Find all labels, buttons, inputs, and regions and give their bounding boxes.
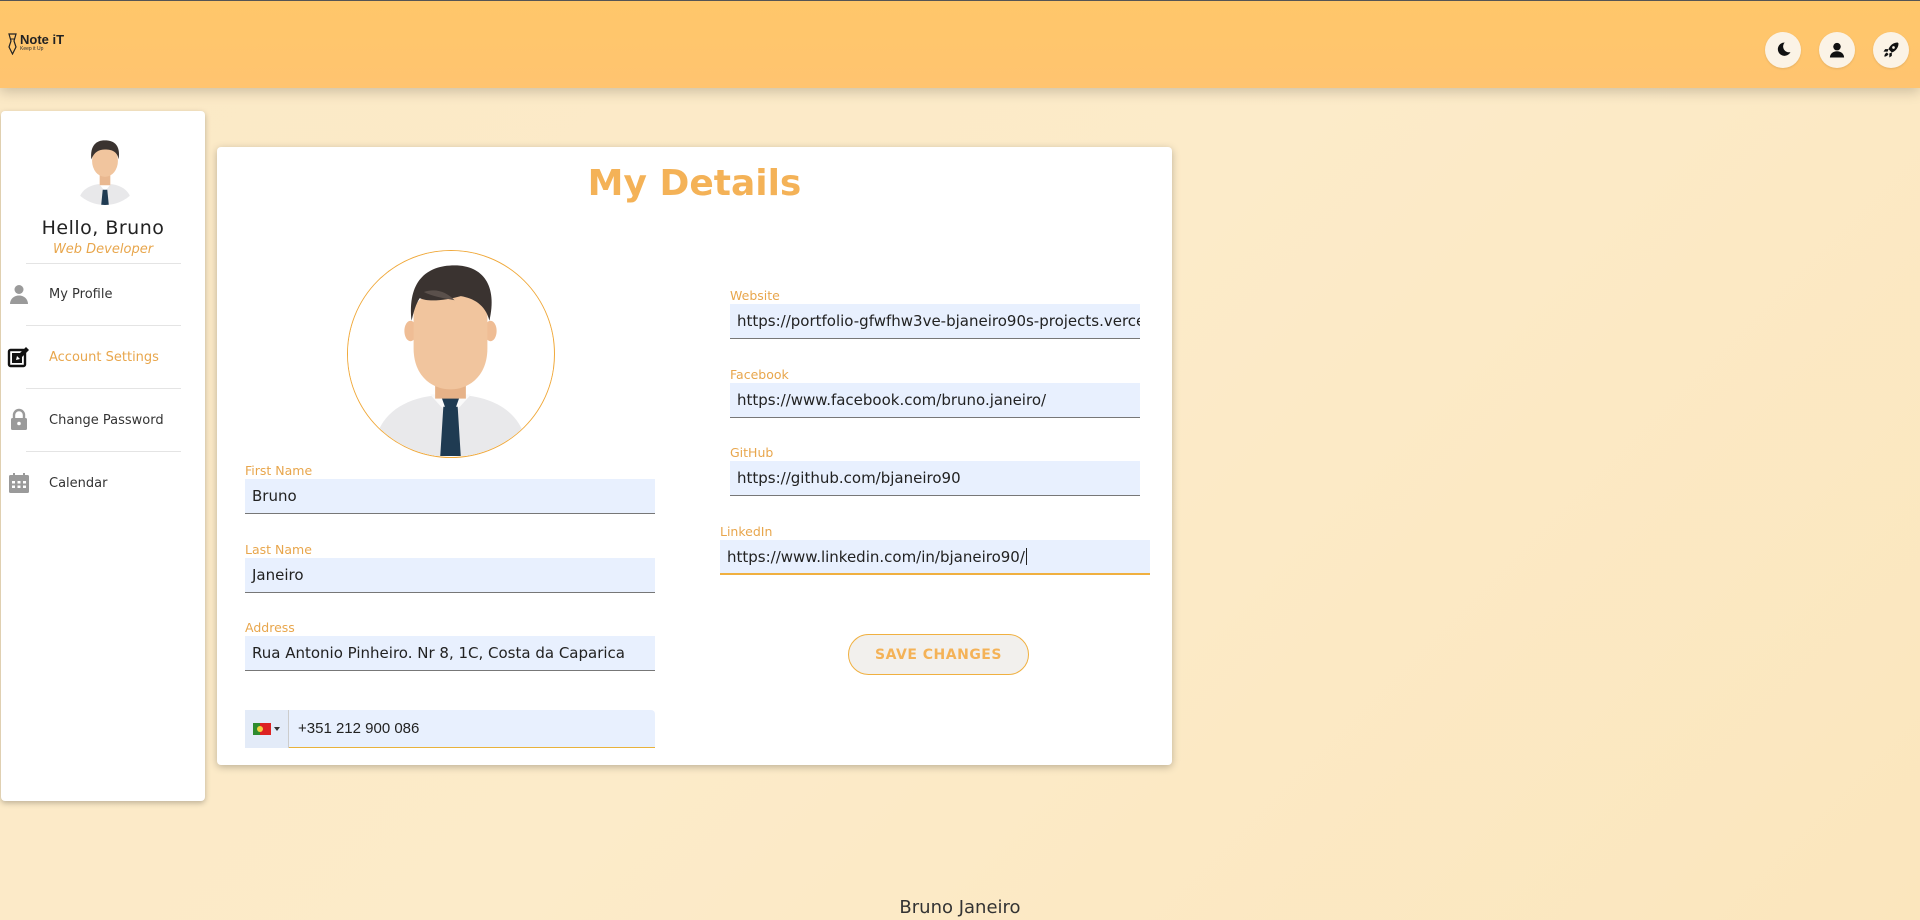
sidebar-item-account-settings[interactable]: Account Settings: [1, 337, 205, 377]
first-name-field: First Name Bruno: [245, 463, 655, 514]
phone-input[interactable]: +351 212 900 086: [298, 720, 419, 737]
avatar-image: [348, 251, 553, 456]
sidebar-item-my-profile[interactable]: My Profile: [1, 274, 205, 314]
divider: [26, 388, 181, 389]
address-input[interactable]: Rua Antonio Pinheiro. Nr 8, 1C, Costa da…: [245, 636, 655, 671]
save-changes-button[interactable]: SAVE CHANGES: [848, 634, 1029, 675]
edit-icon: [7, 347, 29, 368]
facebook-label: Facebook: [730, 367, 789, 382]
phone-field: +351 212 900 086: [245, 709, 655, 748]
logo-tagline: Keep it Up: [20, 46, 44, 52]
lock-icon: [11, 408, 27, 430]
sidebar-item-label: Change Password: [49, 412, 164, 428]
sidebar-item-calendar[interactable]: Calendar: [1, 463, 205, 503]
person-icon: [10, 285, 28, 304]
address-label: Address: [245, 620, 295, 635]
profile-sidebar: Hello, Bruno Web Developer My Profile Ac…: [1, 111, 205, 801]
user-role: Web Developer: [52, 242, 154, 257]
pen-logo-icon: [8, 33, 17, 55]
avatar-image: [67, 129, 143, 205]
sidebar-avatar: [67, 129, 143, 205]
address-field: Address Rua Antonio Pinheiro. Nr 8, 1C, …: [245, 620, 655, 671]
divider: [26, 325, 181, 326]
sidebar-item-label: My Profile: [49, 286, 113, 302]
divider: [26, 263, 181, 264]
page-title: My Details: [587, 163, 802, 204]
first-name-input[interactable]: Bruno: [245, 479, 655, 514]
first-name-label: First Name: [245, 463, 313, 478]
facebook-field: Facebook https://www.facebook.com/bruno.…: [730, 367, 1140, 418]
launch-button[interactable]: [1873, 32, 1909, 68]
app-logo[interactable]: Note iT Keep it Up: [8, 33, 64, 55]
profile-button[interactable]: [1819, 32, 1855, 68]
profile-avatar[interactable]: [347, 250, 555, 458]
sidebar-item-label: Calendar: [49, 475, 108, 491]
website-label: Website: [730, 288, 780, 303]
github-label: GitHub: [730, 445, 774, 460]
github-field: GitHub https://github.com/bjaneiro90: [730, 445, 1140, 496]
details-card: My Details First Name Bruno Last Name Ja…: [217, 147, 1172, 765]
linkedin-field: LinkedIn https://www.linkedin.com/in/bja…: [720, 524, 1150, 575]
linkedin-input[interactable]: https://www.linkedin.com/in/bjaneiro90/: [720, 540, 1150, 575]
calendar-icon: [9, 473, 29, 493]
top-header: Note iT Keep it Up: [0, 0, 1920, 88]
dark-mode-toggle[interactable]: [1765, 32, 1801, 68]
portugal-flag-icon: [253, 722, 271, 735]
sidebar-item-change-password[interactable]: Change Password: [1, 400, 205, 440]
linkedin-value: https://www.linkedin.com/in/bjaneiro90/: [727, 547, 1025, 566]
github-input[interactable]: https://github.com/bjaneiro90: [730, 461, 1140, 496]
linkedin-label: LinkedIn: [720, 524, 773, 539]
logo-title: Note iT: [20, 32, 65, 47]
website-field: Website https://portfolio-gfwfhw3ve-bjan…: [730, 288, 1140, 339]
footer-author: Bruno Janeiro: [899, 897, 1021, 918]
text-cursor: [1025, 548, 1027, 565]
last-name-field: Last Name Janeiro: [245, 542, 655, 593]
user-icon: [1829, 42, 1845, 58]
sidebar-item-label: Account Settings: [49, 349, 159, 365]
website-input[interactable]: https://portfolio-gfwfhw3ve-bjaneiro90s-…: [730, 304, 1140, 339]
country-selector[interactable]: [245, 709, 289, 748]
chevron-down-icon: [274, 726, 280, 731]
last-name-label: Last Name: [245, 542, 312, 557]
divider: [26, 451, 181, 452]
last-name-input[interactable]: Janeiro: [245, 558, 655, 593]
greeting: Hello, Bruno: [41, 217, 165, 239]
rocket-icon: [1883, 42, 1899, 58]
facebook-input[interactable]: https://www.facebook.com/bruno.janeiro/: [730, 383, 1140, 418]
moon-icon: [1777, 42, 1791, 56]
